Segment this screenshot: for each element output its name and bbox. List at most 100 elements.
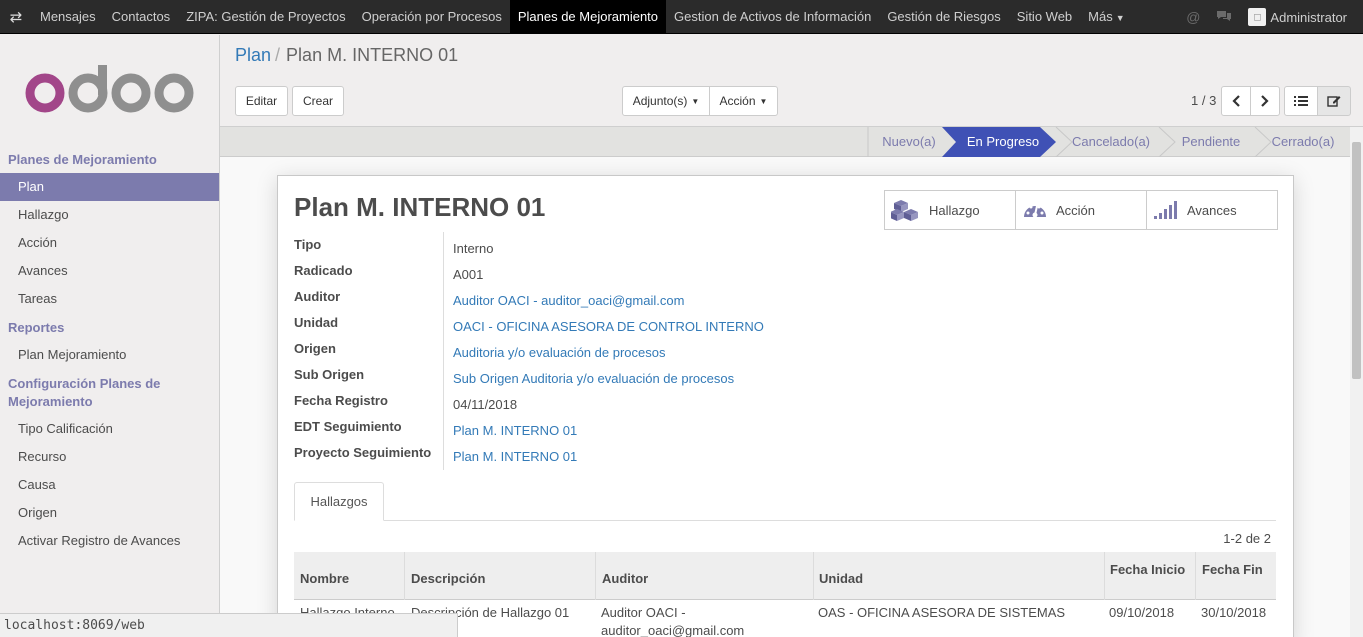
sidebar-item-causa[interactable]: Causa [0,471,219,499]
chevron-left-icon [1232,95,1240,107]
field-value-origen[interactable]: Auditoria y/o evaluación de procesos [444,340,665,366]
pager-previous-button[interactable] [1221,86,1251,116]
form-fields: Tipo Interno Radicado A001 Auditor Auditor … [294,232,764,470]
action-label: Acción [719,94,756,108]
more-label: Más [1088,8,1113,24]
menu-contactos[interactable]: Contactos [104,0,179,34]
tab-divider [294,520,1276,521]
stage-pendiente[interactable]: Pendiente [1170,127,1252,157]
column-divider [404,552,405,600]
field-value-fecha-registro: 04/11/2018 [453,397,518,412]
field-value-edt-seguimiento[interactable]: Plan M. INTERNO 01 [444,418,577,444]
stage-cerrado[interactable]: Cerrado(a) [1263,127,1343,157]
accion-smart-button[interactable]: Acción [1016,191,1147,229]
field-row: Proyecto Seguimiento Plan M. INTERNO 01 [294,440,764,470]
field-value-auditor[interactable]: Auditor OACI - auditor_oaci@gmail.com [444,288,684,314]
action-button[interactable]: Acción ▼ [709,86,778,116]
menu-more[interactable]: Más ▼ [1080,0,1132,34]
field-value-proyecto-seguimiento[interactable]: Plan M. INTERNO 01 [444,444,577,470]
sidebar-item-plan-mejoramiento[interactable]: Plan Mejoramiento [0,341,219,369]
accion-smart-label: Acción [1056,202,1096,218]
cell-fecha-fin: 30/10/2018 [1201,605,1267,620]
create-button[interactable]: Crear [292,86,344,116]
menu-zipa[interactable]: ZIPA: Gestión de Proyectos [178,0,353,34]
column-header-fecha-fin[interactable]: Fecha Fin [1202,562,1263,577]
field-label: Proyecto Seguimiento [294,440,444,470]
scrollbar[interactable] [1350,127,1363,637]
chevron-right-icon [1261,95,1269,107]
avatar: ◻ [1248,8,1267,26]
caret-down-icon: ▼ [759,96,768,106]
chat-icon[interactable] [1208,9,1240,26]
edit-button[interactable]: Editar [235,86,288,116]
hallazgo-smart-label: Hallazgo [929,202,980,218]
avances-smart-button[interactable]: Avances [1147,191,1277,229]
field-value-tipo: Interno [453,241,494,256]
stage-cancelado[interactable]: Cancelado(a) [1062,127,1160,157]
scrollbar-thumb[interactable] [1352,142,1361,379]
caret-down-icon: ▼ [691,96,700,106]
sidebar-item-tipo-calificacion[interactable]: Tipo Calificación [0,415,219,443]
sidebar-item-avances[interactable]: Avances [0,257,219,285]
main-area: Plan / Plan M. INTERNO 01 Editar Crear Adj… [220,35,1363,637]
column-divider [595,552,596,600]
browser-status-url: localhost:8069/web [0,613,458,637]
at-icon[interactable]: @ [1178,9,1208,25]
field-value-unidad[interactable]: OACI - OFICINA ASESORA DE CONTROL INTERN… [444,314,764,340]
smart-buttons: Hallazgo Acción Avances [884,190,1278,230]
breadcrumb-separator: / [275,45,281,65]
form-sheet: Plan M. INTERNO 01 Hallazgo Acción Avanc… [277,175,1294,637]
menu-activos[interactable]: Gestion de Activos de Información [666,0,879,34]
column-header-auditor[interactable]: Auditor [602,571,648,586]
menu-sitio-web[interactable]: Sitio Web [1009,0,1080,34]
column-header-unidad[interactable]: Unidad [819,571,863,586]
sidebar-item-plan[interactable]: Plan [0,173,219,201]
form-view-button[interactable] [1317,86,1351,116]
sidebar-item-hallazgo[interactable]: Hallazgo [0,201,219,229]
cell-unidad: OAS - OFICINA ASESORA DE SISTEMAS [818,605,1066,620]
sidebar-item-recurso[interactable]: Recurso [0,443,219,471]
field-value-sub-origen[interactable]: Sub Origen Auditoria y/o evaluación de p… [444,366,734,392]
sidebar-item-accion[interactable]: Acción [0,229,219,257]
list-pager: 1-2 de 2 [1223,531,1271,546]
menu-riesgos[interactable]: Gestión de Riesgos [879,0,1008,34]
attachments-label: Adjunto(s) [632,94,688,108]
column-divider [1195,552,1196,600]
odoo-logo[interactable] [0,35,219,145]
stage-en-progreso[interactable]: En Progreso [956,127,1050,157]
breadcrumb: Plan / Plan M. INTERNO 01 [235,45,458,66]
cell-auditor: Auditor OACI - auditor_oaci@gmail.com [601,605,745,637]
hallazgo-smart-button[interactable]: Hallazgo [885,191,1016,229]
sidebar-item-activar-registro[interactable]: Activar Registro de Avances [0,527,219,555]
breadcrumb-parent[interactable]: Plan [235,45,271,65]
table-header: Nombre Descripción Auditor Unidad Fecha … [294,552,1276,600]
form-content: Nuevo(a) En Progreso Cancelado(a) Pendie… [220,126,1363,637]
tab-hallazgos[interactable]: Hallazgos [294,482,384,521]
stage-nuevo[interactable]: Nuevo(a) [870,127,948,157]
sidebar-item-origen[interactable]: Origen [0,499,219,527]
field-value-radicado: A001 [453,267,484,282]
signal-bars-icon [1154,201,1177,219]
column-divider [1104,552,1105,600]
avances-smart-label: Avances [1187,202,1237,218]
column-divider [813,552,814,600]
breadcrumb-current: Plan M. INTERNO 01 [286,45,459,65]
top-navbar: ⇄ Mensajes Contactos ZIPA: Gestión de Pr… [0,0,1363,34]
pager-next-button[interactable] [1250,86,1280,116]
column-header-nombre[interactable]: Nombre [300,571,349,586]
column-header-descripcion[interactable]: Descripción [411,571,485,586]
pager-value: 1 / 3 [1191,93,1217,108]
menu-operacion[interactable]: Operación por Procesos [354,0,510,34]
menu-mensajes[interactable]: Mensajes [32,0,104,34]
record-title: Plan M. INTERNO 01 [294,192,546,222]
menu-planes-mejoramiento[interactable]: Planes de Mejoramiento [509,0,667,34]
user-menu[interactable]: ◻ Administrator [1240,8,1363,26]
attachments-button[interactable]: Adjunto(s) ▼ [622,86,710,116]
topbar-right: @ ◻ Administrator [1178,0,1363,34]
sidebar: Planes de Mejoramiento Plan Hallazgo Acc… [0,35,220,637]
column-header-fecha-inicio[interactable]: Fecha Inicio [1110,562,1185,577]
app-switcher-icon[interactable]: ⇄ [0,0,32,34]
list-view-button[interactable] [1284,86,1318,116]
sidebar-item-tareas[interactable]: Tareas [0,285,219,313]
cell-fecha-inicio: 09/10/2018 [1109,605,1175,620]
